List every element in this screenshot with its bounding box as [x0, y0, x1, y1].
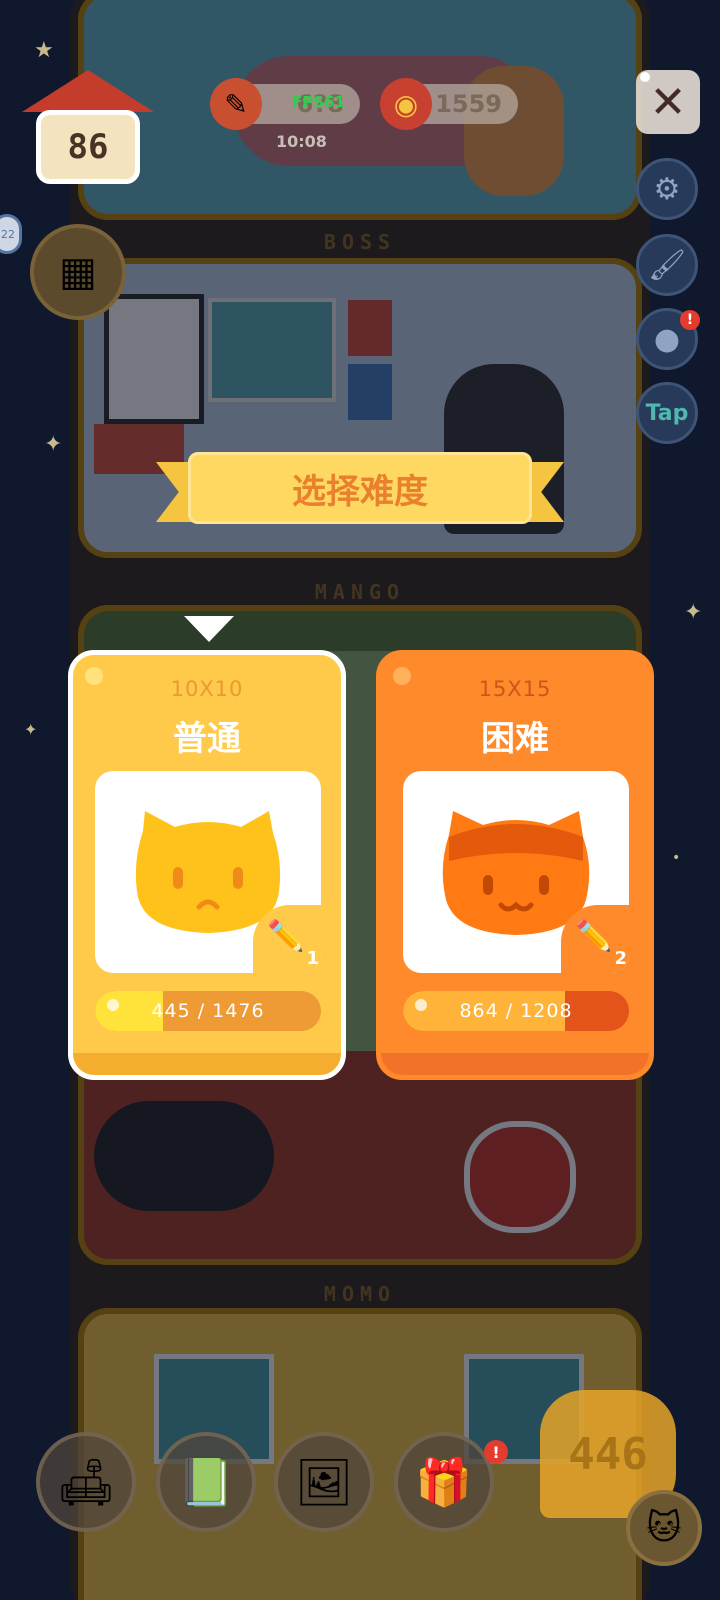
sparkle-star: ✦ — [24, 720, 38, 739]
floor-top-room — [78, 0, 642, 220]
floor-label-boss: BOSS — [323, 230, 397, 254]
sparkle-star: ★ — [34, 38, 54, 63]
map-button[interactable]: ▦ — [30, 224, 126, 320]
tap-button[interactable]: Tap — [636, 382, 698, 444]
house-roof — [22, 70, 154, 112]
level-house[interactable]: 86 — [22, 70, 154, 188]
pencil-count: 1 — [306, 948, 319, 969]
gift-notification-badge: ! — [484, 1440, 508, 1464]
floor-label-mango: MANGO — [314, 580, 406, 604]
sparkle-star: ✦ — [44, 432, 63, 457]
progress-text: 445 / 1476 — [151, 1000, 265, 1022]
side-tab-number: 22 — [1, 227, 15, 241]
fish-can-icon: ◉ — [380, 78, 432, 130]
stamp-icon: ● — [653, 321, 681, 357]
card-shadow — [73, 1053, 341, 1075]
pencil-count: 2 — [614, 948, 627, 969]
settings-button[interactable]: ⚙ — [636, 158, 698, 220]
puzzle-preview: ✏️ 1 — [95, 771, 321, 973]
pencil-reward-badge: ✏️ 2 — [561, 905, 629, 973]
progress-bar: 864 / 1208 — [403, 991, 629, 1031]
selection-pointer-icon — [184, 616, 234, 642]
gift-button[interactable]: 🎁 — [394, 1432, 494, 1532]
sofa-icon: 🛋 — [56, 1454, 116, 1509]
paintbrush-icon: 🖌 — [647, 247, 687, 283]
level-number: 86 — [36, 110, 140, 184]
close-indicator-dot — [640, 72, 650, 82]
timer-text: 10:08 — [276, 132, 327, 151]
can-count: 1559 — [435, 90, 502, 118]
cat-icon: 🐱 — [646, 1508, 682, 1548]
notification-badge: ! — [680, 310, 700, 330]
difficulty-name: 困难 — [481, 719, 549, 759]
difficulty-name: 普通 — [173, 719, 241, 759]
close-icon: ✕ — [649, 76, 687, 128]
map-icon: ▦ — [59, 249, 97, 295]
dialog-title: 选择难度 — [188, 452, 532, 524]
sparkle-star: • — [672, 850, 681, 866]
sparkle-star: ✦ — [684, 600, 703, 625]
puzzle-count: 446 — [568, 1428, 648, 1480]
album-button[interactable]: 📗 — [156, 1432, 256, 1532]
pencil-icon: ✎ — [210, 78, 262, 130]
pencil-reward-badge: ✏️ 1 — [253, 905, 321, 973]
tap-label: Tap — [645, 400, 689, 426]
difficulty-card-normal[interactable]: 10X10 普通 ✏️ 1 445 / 1476 — [68, 650, 346, 1080]
floor-label-momo: MOMO — [323, 1282, 397, 1306]
book-icon: 📗 — [177, 1454, 235, 1509]
picture-frame-icon: 🖼 — [294, 1454, 354, 1509]
difficulty-banner: 选择难度 — [156, 452, 564, 532]
puzzle-preview: ✏️ 2 — [403, 771, 629, 973]
gear-icon: ⚙ — [653, 171, 681, 207]
side-tab-left[interactable]: 22 — [0, 214, 22, 254]
game-screen: BOSS MANGO MOMO ★ ✦ ✦ ✦ • 86 6?8 ✎ FPS61… — [0, 0, 720, 1600]
furniture-button[interactable]: 🛋 — [36, 1432, 136, 1532]
grid-size-label: 15X15 — [478, 677, 552, 701]
gallery-button[interactable]: 🖼 — [274, 1432, 374, 1532]
difficulty-card-hard[interactable]: 15X15 困难 ✏️ 2 864 / 1208 — [376, 650, 654, 1080]
progress-bar: 445 / 1476 — [95, 991, 321, 1031]
pencil-icon: ✏️ — [575, 919, 613, 954]
card-shadow — [381, 1053, 649, 1075]
paint-button[interactable]: 🖌 — [636, 234, 698, 296]
grid-size-label: 10X10 — [170, 677, 244, 701]
progress-text: 864 / 1208 — [459, 1000, 573, 1022]
cat-button[interactable]: 🐱 — [626, 1490, 702, 1566]
fps-counter: FPS61 — [292, 93, 345, 111]
pencil-icon: ✏️ — [267, 919, 305, 954]
gift-icon: 🎁 — [415, 1454, 473, 1509]
